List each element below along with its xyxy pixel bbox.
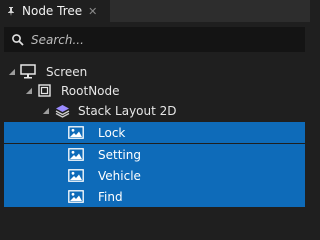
tree-item-screen[interactable]: ◢ Screen (4, 61, 305, 82)
tree-item-label: Screen (46, 64, 88, 79)
expand-arrow-icon[interactable]: ◢ (24, 86, 34, 95)
node-tree: ◢ Screen ◢ RootNode ◢ Stack Layout 2D Lo… (4, 58, 305, 207)
search-input[interactable] (31, 32, 281, 47)
tree-item-label: Setting (98, 147, 141, 162)
image-icon (68, 190, 84, 203)
tree-item-rootnode[interactable]: ◢ RootNode (4, 80, 305, 101)
tree-item-label: Find (98, 189, 123, 204)
tree-item-find[interactable]: Find (4, 186, 305, 207)
tab-title: Node Tree (22, 4, 83, 18)
image-icon (68, 126, 84, 139)
tree-item-label: Vehicle (98, 168, 141, 183)
image-icon (68, 169, 84, 182)
tree-item-label: RootNode (61, 83, 120, 98)
image-icon (68, 148, 84, 161)
monitor-icon (20, 64, 36, 79)
search-box (4, 27, 305, 52)
tab-bar: Node Tree ✕ (0, 0, 310, 22)
tab-node-tree[interactable]: Node Tree ✕ (0, 0, 110, 22)
tree-item-label: Stack Layout 2D (78, 103, 177, 118)
layers-icon (55, 104, 70, 118)
tree-item-setting[interactable]: Setting (4, 144, 305, 165)
expand-arrow-icon[interactable]: ◢ (7, 67, 17, 76)
tree-item-label: Lock (98, 125, 126, 140)
node-square-icon (38, 84, 51, 97)
search-icon (12, 33, 24, 46)
tree-item-lock[interactable]: Lock (4, 122, 305, 143)
close-icon[interactable]: ✕ (88, 5, 97, 18)
tree-item-stack-layout-2d[interactable]: ◢ Stack Layout 2D (4, 100, 305, 121)
pin-icon[interactable] (4, 6, 18, 16)
expand-arrow-icon[interactable]: ◢ (41, 106, 51, 115)
tree-item-vehicle[interactable]: Vehicle (4, 165, 305, 186)
